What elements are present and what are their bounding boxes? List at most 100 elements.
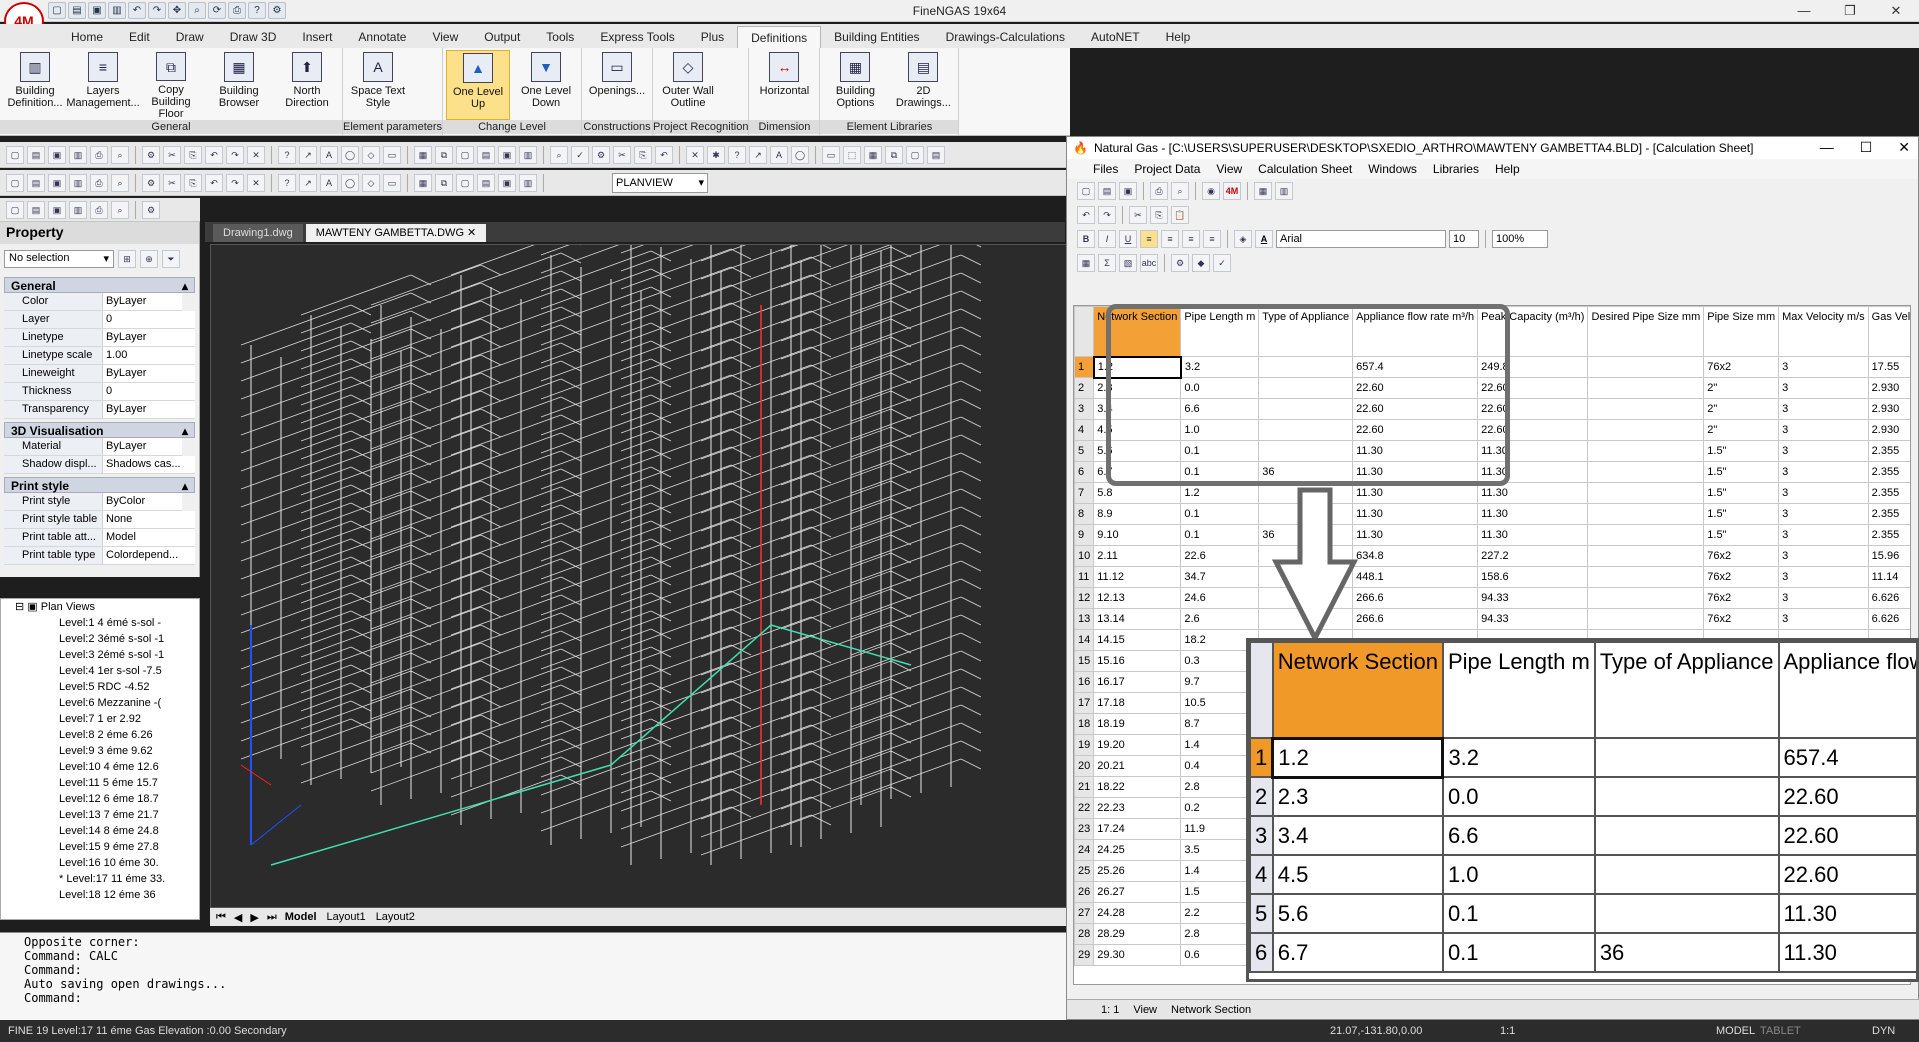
table-cell[interactable]: 3 bbox=[1778, 524, 1869, 546]
tool-18-icon[interactable]: ◇ bbox=[362, 145, 380, 164]
row-number[interactable]: 3 bbox=[1074, 398, 1095, 420]
property-group-print-style[interactable]: Print style ▴ bbox=[4, 477, 195, 493]
table-cell[interactable] bbox=[1587, 377, 1705, 399]
table-cell[interactable]: 266.6 bbox=[1352, 608, 1479, 630]
table-cell[interactable]: 2.11 bbox=[1093, 545, 1182, 567]
tree-item[interactable]: Level:10 4 éme 12.6 bbox=[1, 759, 199, 775]
doc-tab[interactable]: Drawing1.dwg bbox=[213, 224, 303, 242]
ribbon-tab-plus[interactable]: Plus bbox=[688, 26, 737, 48]
table-cell[interactable]: 17.24 bbox=[1093, 818, 1182, 840]
new-icon[interactable]: ▢ bbox=[1077, 182, 1095, 200]
save-as-icon[interactable]: ▥ bbox=[108, 2, 126, 19]
property-row[interactable]: Material ByLayer bbox=[4, 438, 182, 456]
ribbon-tab-annotate[interactable]: Annotate bbox=[345, 26, 419, 48]
table-cell[interactable]: 17.18 bbox=[1093, 692, 1182, 714]
nav-first-icon[interactable]: ⏮ bbox=[216, 911, 226, 924]
property-row[interactable]: Print table att... Model bbox=[4, 529, 195, 547]
table-cell[interactable]: 3 bbox=[1778, 356, 1869, 378]
tool-39-icon[interactable]: A bbox=[770, 145, 788, 164]
outer-wall-outline-button[interactable]: ◇ Outer Wall Outline bbox=[656, 50, 720, 120]
collapse-icon[interactable]: ▴ bbox=[182, 278, 194, 294]
new-icon[interactable]: ▢ bbox=[48, 2, 66, 19]
tool-1-icon[interactable]: ▤ bbox=[27, 145, 45, 164]
openings-button[interactable]: ▭ Openings... bbox=[585, 50, 649, 120]
table-cell[interactable]: 24.25 bbox=[1093, 839, 1182, 861]
table-cell[interactable]: 24.6 bbox=[1180, 587, 1260, 609]
zoom-icon[interactable]: ⌕ bbox=[188, 2, 206, 19]
property-row[interactable]: Linetype scale 1.00 bbox=[4, 347, 195, 365]
property-value[interactable]: 1.00 bbox=[102, 347, 195, 364]
table-cell[interactable]: 2.355 bbox=[1867, 482, 1910, 504]
table-cell[interactable]: 25.26 bbox=[1093, 860, 1182, 882]
row-number[interactable]: 14 bbox=[1074, 629, 1095, 651]
property-row[interactable]: Print style table None bbox=[4, 511, 195, 529]
table-cell[interactable]: 1.5" bbox=[1703, 440, 1780, 462]
property-row[interactable]: Layer 0 bbox=[4, 311, 195, 329]
nav-last-icon[interactable]: ⏭ bbox=[267, 911, 277, 924]
tool-9-icon[interactable]: ⎘ bbox=[184, 173, 202, 192]
table-cell[interactable] bbox=[1587, 503, 1705, 525]
tool-30-icon[interactable]: ⚙ bbox=[592, 145, 610, 164]
table-cell[interactable]: 3 bbox=[1778, 608, 1869, 630]
property-row[interactable]: Print style ByColor bbox=[4, 493, 182, 511]
tool-45-icon[interactable]: ⧉ bbox=[885, 145, 903, 164]
layers-management-button[interactable]: ≡ Layers Management... bbox=[66, 50, 140, 120]
tool-7-icon[interactable]: ⚙ bbox=[142, 145, 160, 164]
collapse-icon[interactable]: ⊟ bbox=[15, 601, 24, 613]
font-combo[interactable]: Arial bbox=[1276, 230, 1446, 248]
table-cell[interactable] bbox=[1587, 356, 1705, 378]
copy-icon[interactable]: ⎘ bbox=[1150, 206, 1168, 224]
ng-menu-calculation-sheet[interactable]: Calculation Sheet bbox=[1258, 159, 1352, 179]
tool-44-icon[interactable]: ▦ bbox=[864, 145, 882, 164]
table-cell[interactable]: 1.5" bbox=[1703, 482, 1780, 504]
tool-21-icon[interactable]: ▦ bbox=[414, 173, 432, 192]
ng-maximize-button[interactable]: ☐ bbox=[1860, 139, 1873, 156]
layout-tab[interactable]: Layout2 bbox=[376, 911, 415, 923]
tool-15-icon[interactable]: ↗ bbox=[299, 145, 317, 164]
4m-icon[interactable]: 4M bbox=[1223, 182, 1241, 200]
ng-close-button[interactable]: ✕ bbox=[1898, 139, 1910, 156]
table-cell[interactable]: 2.930 bbox=[1867, 377, 1910, 399]
close-icon[interactable]: ✕ bbox=[464, 227, 476, 239]
column-header[interactable]: Max Velocity m/s bbox=[1778, 306, 1869, 357]
property-group-3d-visualisation[interactable]: 3D Visualisation ▴ bbox=[4, 422, 195, 438]
row-number[interactable]: 23 bbox=[1074, 818, 1095, 840]
tool-17-icon[interactable]: ◯ bbox=[341, 173, 359, 192]
align-left-icon[interactable]: ≡ bbox=[1140, 230, 1158, 248]
tool-22-icon[interactable]: ⧉ bbox=[435, 173, 453, 192]
open-icon[interactable]: ▤ bbox=[68, 2, 86, 19]
table-cell[interactable]: 2.355 bbox=[1867, 440, 1910, 462]
property-row[interactable]: Transparency ByLayer bbox=[4, 401, 195, 419]
tool-15-icon[interactable]: ↗ bbox=[299, 173, 317, 192]
property-value[interactable]: 0 bbox=[102, 383, 195, 400]
table-cell[interactable]: 2.930 bbox=[1867, 398, 1910, 420]
calc-icon[interactable]: ▦ bbox=[1254, 182, 1272, 200]
save-icon[interactable]: ▣ bbox=[1119, 182, 1137, 200]
tool-1-icon[interactable]: ▤ bbox=[27, 173, 45, 192]
table-cell[interactable] bbox=[1587, 461, 1705, 483]
row-number[interactable]: 6 bbox=[1074, 461, 1095, 483]
tool-5-icon[interactable]: ⌕ bbox=[111, 173, 129, 192]
table-cell[interactable]: 11.30 bbox=[1352, 503, 1479, 525]
tool-14-icon[interactable]: ? bbox=[278, 145, 296, 164]
ng-menu-libraries[interactable]: Libraries bbox=[1433, 159, 1479, 179]
table-cell[interactable]: 76x2 bbox=[1703, 566, 1780, 588]
help-icon[interactable]: ? bbox=[248, 2, 266, 19]
one-level-up-button[interactable]: ▲ One Level Up bbox=[446, 50, 511, 120]
tool-25-icon[interactable]: ▣ bbox=[498, 145, 516, 164]
table-cell[interactable]: 3 bbox=[1778, 398, 1869, 420]
table-cell[interactable] bbox=[1587, 524, 1705, 546]
table-cell[interactable]: 76x2 bbox=[1703, 608, 1780, 630]
tool-23-icon[interactable]: ▢ bbox=[456, 173, 474, 192]
table-cell[interactable]: 76x2 bbox=[1703, 587, 1780, 609]
ng-menu-view[interactable]: View bbox=[1216, 159, 1242, 179]
tool-2-icon[interactable]: ▣ bbox=[48, 200, 66, 219]
layout-tab[interactable]: Layout1 bbox=[327, 911, 366, 923]
ribbon-tab-home[interactable]: Home bbox=[58, 26, 116, 48]
grid-icon[interactable]: ▦ bbox=[1077, 254, 1095, 272]
table-cell[interactable]: 14.15 bbox=[1093, 629, 1182, 651]
table-cell[interactable]: 13.14 bbox=[1093, 608, 1182, 630]
table-cell[interactable]: 448.1 bbox=[1352, 566, 1479, 588]
tool-43-icon[interactable]: ⬚ bbox=[843, 145, 861, 164]
property-value[interactable]: Model bbox=[102, 529, 195, 546]
